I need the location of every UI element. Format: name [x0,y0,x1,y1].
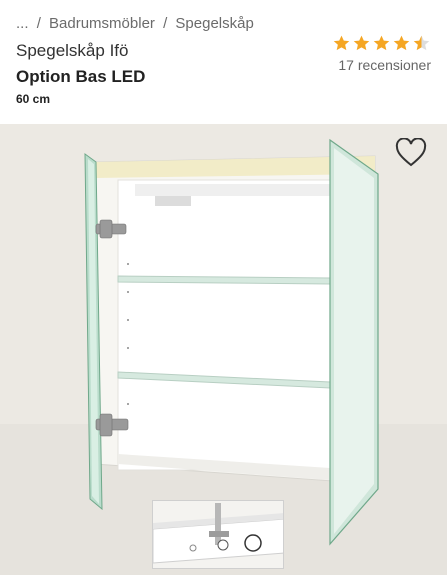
product-title: Option Bas LED [16,67,146,86]
star-icon [373,35,390,51]
breadcrumb-ellipsis[interactable]: ... [16,15,29,32]
star-icon [353,35,370,51]
star-icon [393,35,410,51]
product-image-area [0,124,447,575]
heart-outline-icon [395,137,427,167]
breadcrumb-item-badrumsmobler[interactable]: Badrumsmöbler [49,15,155,32]
star-icon [333,35,350,51]
product-brand: Spegelskåp Ifö [16,41,129,60]
product-size: 60 cm [16,92,51,106]
favorite-button[interactable] [395,137,427,168]
breadcrumb-item-spegelskap[interactable]: Spegelskåp [175,15,253,32]
breadcrumb-separator: / [36,15,41,32]
breadcrumb-separator: / [163,15,168,32]
detail-thumbnail[interactable] [152,500,284,569]
breadcrumb: ... / Badrumsmöbler / Spegelskåp [16,15,258,32]
rating[interactable]: 17 recensioner [321,34,431,73]
rating-stars [321,34,431,53]
hinge-detail-image [153,501,283,568]
review-count-link[interactable]: 17 recensioner [321,57,431,73]
star-half-icon [413,35,430,51]
